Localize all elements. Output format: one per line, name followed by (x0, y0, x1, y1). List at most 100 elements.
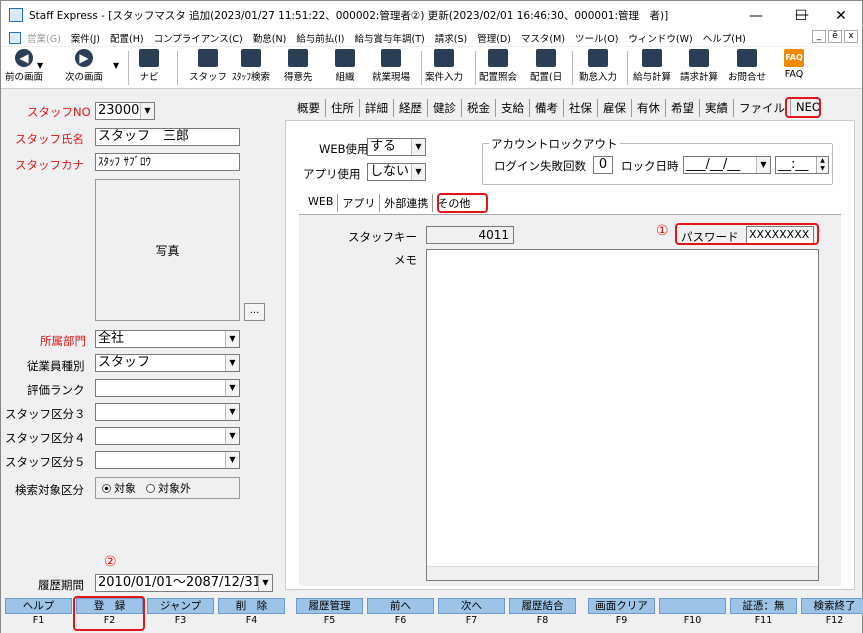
tab-wishes[interactable]: 希望 (666, 99, 700, 117)
menu-tools[interactable]: ツール(O) (575, 31, 618, 45)
mdi-minimize-button[interactable]: _ (812, 30, 826, 43)
f1-help-button[interactable]: ヘルプ F1 (5, 598, 72, 628)
chevron-down-icon[interactable]: ▼ (225, 355, 239, 371)
f11-evidence-button[interactable]: 証憑：無 F11 (730, 598, 797, 628)
window-close-button[interactable]: ✕ (819, 2, 863, 30)
f12-search-end-button[interactable]: 検索終了 F12 (801, 598, 863, 628)
lock-date-picker[interactable]: ___/__/__ ▼ (683, 156, 771, 174)
menu-master[interactable]: マスタ(M) (521, 31, 565, 45)
assign-day-button[interactable]: 配置(日 (530, 49, 562, 83)
lock-time-picker[interactable]: __:__ ▲ ▼ (775, 156, 829, 174)
menu-help[interactable]: ヘルプ(H) (703, 31, 746, 45)
org-label: 組織 (335, 72, 355, 83)
tab-paid-leave[interactable]: 有休 (632, 99, 666, 117)
staff-button[interactable]: スタッフ (189, 49, 227, 83)
web-use-combo[interactable]: する ▼ (367, 138, 426, 156)
dept-combo[interactable]: 全社 ▼ (95, 330, 240, 348)
chevron-down-icon[interactable]: ▼ (225, 380, 239, 396)
login-fail-count[interactable]: 0 (593, 156, 613, 174)
history-period-combo[interactable]: 2010/01/01～2087/12/31 ▼ (95, 574, 273, 592)
f3-jump-button[interactable]: ジャンプ F3 (147, 598, 214, 628)
inquiry-button[interactable]: お問合せ (728, 49, 766, 83)
spin-down-icon[interactable]: ▼ (816, 165, 828, 173)
tab-tax[interactable]: 税金 (462, 99, 496, 117)
tab-career[interactable]: 経歴 (394, 99, 428, 117)
menu-case[interactable]: 案件(J) (71, 31, 100, 45)
memo-textarea[interactable] (426, 249, 819, 581)
staff-class3-combo[interactable]: ▼ (95, 403, 240, 421)
staff-no-combo[interactable]: 230003 ▼ (95, 102, 155, 120)
attendance-input-button[interactable]: 勤怠入力 (579, 49, 617, 83)
f6-prev-button[interactable]: 前へ F6 (367, 598, 434, 628)
window-maximize-button[interactable]: ☐ (779, 2, 823, 30)
f9-clear-button[interactable]: 画面クリア F9 (588, 598, 655, 628)
window-minimize-button[interactable]: — (734, 2, 778, 30)
radio-non-target[interactable]: 対象外 (146, 480, 191, 496)
spin-up-icon[interactable]: ▲ (816, 157, 828, 165)
staff-name-input[interactable]: スタッフ 三郎 (95, 128, 240, 146)
prev-screen-label: 前の画面 (5, 72, 44, 83)
menu-attendance[interactable]: 勤怠(N) (253, 31, 287, 45)
tab-health[interactable]: 健診 (428, 99, 462, 117)
chevron-down-icon[interactable]: ▼ (756, 157, 770, 173)
f4-delete-button[interactable]: 削 除 F4 (218, 598, 285, 628)
menu-salary[interactable]: 給与賞与年調(T) (355, 31, 425, 45)
staff-search-button[interactable]: ｽﾀｯﾌ検索 (232, 49, 270, 83)
mdi-close-button[interactable]: x (844, 30, 858, 43)
tab-employment-insurance[interactable]: 雇保 (598, 99, 632, 117)
tab-detail[interactable]: 詳細 (360, 99, 394, 117)
subtab-app[interactable]: アプリ (338, 194, 381, 212)
chevron-down-icon[interactable]: ▼ (411, 139, 425, 155)
navi-button[interactable]: ナビ (139, 49, 159, 83)
staff-class5-combo[interactable]: ▼ (95, 451, 240, 469)
menu-window[interactable]: ウィンドウ(W) (628, 31, 692, 45)
tab-payment[interactable]: 支給 (496, 99, 530, 117)
chevron-down-icon[interactable]: ▼ (225, 452, 239, 468)
app-use-combo[interactable]: しない ▼ (367, 163, 426, 181)
tab-overview[interactable]: 概要 (292, 99, 326, 117)
chevron-down-icon[interactable]: ▼ (225, 428, 239, 444)
f7-next-button[interactable]: 次へ F7 (438, 598, 505, 628)
menu-compliance[interactable]: コンプライアンス(C) (154, 31, 243, 45)
f8-merge-button[interactable]: 履歴結合 F8 (509, 598, 576, 628)
chevron-down-icon[interactable]: ▼ (225, 331, 239, 347)
salary-calc-button[interactable]: 給与計算 (633, 49, 671, 83)
f5-history-button[interactable]: 履歴管理 F5 (296, 598, 363, 628)
radio-target[interactable]: 対象 (102, 480, 136, 496)
next-dropdown-icon[interactable]: ▼ (113, 61, 119, 70)
f10-button[interactable]: F10 (659, 598, 726, 628)
subtab-web[interactable]: WEB (304, 194, 339, 212)
org-button[interactable]: 組織 (335, 49, 355, 83)
faq-button[interactable]: FAQ FAQ (784, 49, 804, 80)
tab-file[interactable]: ファイル (734, 99, 791, 117)
chevron-down-icon[interactable]: ▼ (258, 575, 272, 591)
client-button[interactable]: 得意先 (284, 49, 313, 83)
staff-class4-combo[interactable]: ▼ (95, 427, 240, 445)
mdi-restore-button[interactable]: ē (828, 30, 842, 43)
tab-address[interactable]: 住所 (326, 99, 360, 117)
horizontal-scrollbar[interactable] (427, 566, 818, 580)
menu-advance-pay[interactable]: 給与前払(I) (296, 31, 344, 45)
next-screen-button[interactable]: ▶ 次の画面 (65, 49, 103, 83)
chevron-down-icon[interactable]: ▼ (411, 164, 425, 180)
menu-billing[interactable]: 請求(S) (435, 31, 467, 45)
chevron-down-icon[interactable]: ▼ (140, 103, 154, 119)
tab-social-insurance[interactable]: 社保 (564, 99, 598, 117)
eval-rank-combo[interactable]: ▼ (95, 379, 240, 397)
chevron-down-icon[interactable]: ▼ (225, 404, 239, 420)
billing-calc-button[interactable]: 請求計算 (680, 49, 718, 83)
menu-assign[interactable]: 配置(H) (110, 31, 144, 45)
emp-type-combo[interactable]: スタッフ ▼ (95, 354, 240, 372)
staff-kana-input[interactable]: ｽﾀｯﾌ ｻﾌﾞﾛｳ (95, 153, 240, 171)
case-input-button[interactable]: 案件入力 (425, 49, 463, 83)
prev-dropdown-icon[interactable]: ▼ (37, 61, 43, 70)
assign-inquiry-button[interactable]: 配置照会 (479, 49, 517, 83)
tab-remarks[interactable]: 備考 (530, 99, 564, 117)
menu-manage[interactable]: 管理(D) (477, 31, 511, 45)
photo-browse-button[interactable]: ... (244, 303, 265, 321)
site-button[interactable]: 就業現場 (372, 49, 410, 83)
tab-results[interactable]: 実績 (700, 99, 734, 117)
assign-day-icon (536, 49, 557, 67)
subtab-external[interactable]: 外部連携 (380, 194, 434, 212)
menu-sales[interactable]: 営業(G) (27, 31, 61, 45)
